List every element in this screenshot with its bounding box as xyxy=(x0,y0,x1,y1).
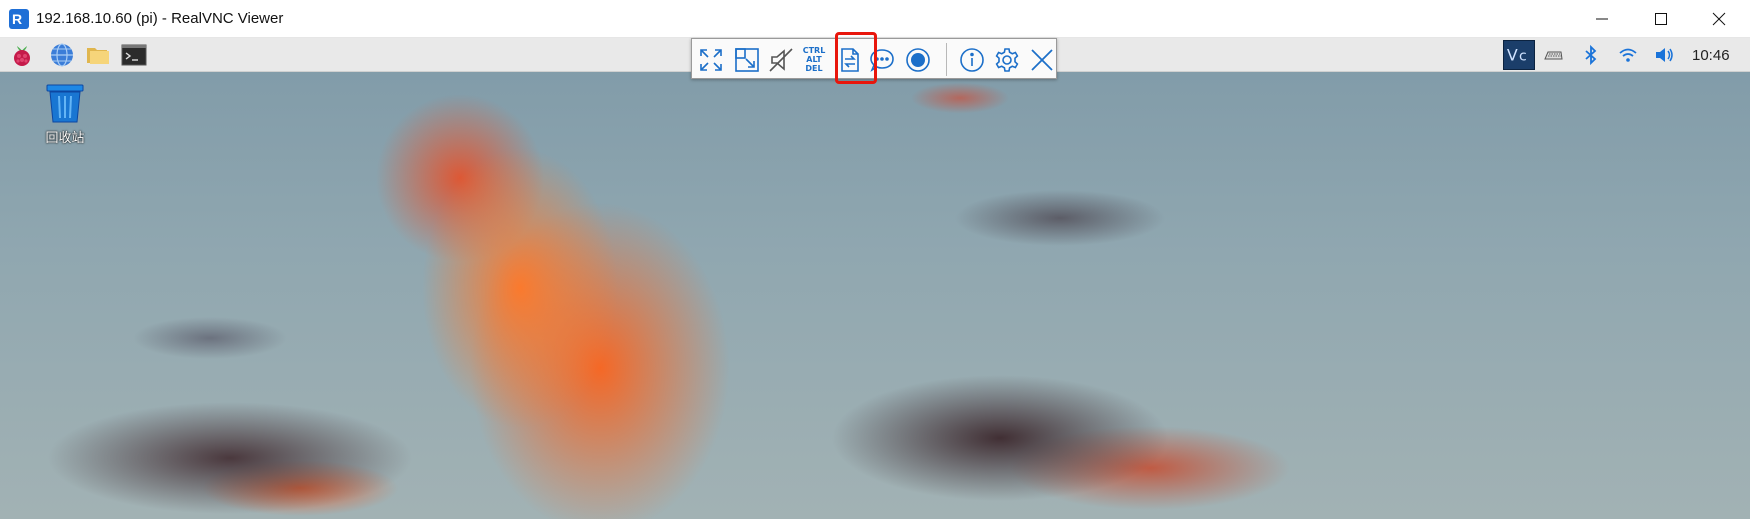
close-icon xyxy=(1712,12,1726,26)
info-icon xyxy=(960,47,984,72)
settings-icon xyxy=(995,47,1019,72)
volume-icon xyxy=(1656,48,1673,62)
keyboard-tray[interactable] xyxy=(1540,43,1566,67)
ctrl-alt-del-button[interactable]: CTRL ALT DEL xyxy=(798,44,830,75)
settings-button[interactable] xyxy=(991,44,1023,75)
cad-line-del: DEL xyxy=(805,64,823,73)
fullscreen-icon xyxy=(700,48,722,71)
realvnc-app-icon: R xyxy=(9,9,29,29)
wifi-tray[interactable] xyxy=(1615,43,1641,67)
scale-button[interactable] xyxy=(731,44,763,75)
svg-text:V: V xyxy=(1507,46,1518,65)
window-close-button[interactable] xyxy=(1690,0,1748,38)
maximize-button[interactable] xyxy=(1632,0,1690,38)
minimize-button[interactable] xyxy=(1573,0,1631,38)
browser-launcher[interactable] xyxy=(48,41,76,69)
remote-desktop[interactable]: V c 10:46 回收站 xyxy=(0,38,1750,519)
wifi-icon xyxy=(1619,48,1637,62)
cad-line-alt: ALT xyxy=(806,55,822,64)
terminal-launcher[interactable] xyxy=(120,41,148,69)
keyboard-icon xyxy=(1544,51,1563,60)
recycle-bin-icon xyxy=(46,84,84,123)
bluetooth-tray[interactable] xyxy=(1578,43,1604,67)
minimize-icon xyxy=(1596,18,1608,20)
clock[interactable]: 10:46 xyxy=(1692,47,1730,64)
raspberry-menu-button[interactable] xyxy=(8,41,36,69)
vnc-server-icon: V c xyxy=(1507,46,1527,65)
mute-icon xyxy=(769,47,793,72)
ctrl-alt-del-icon: CTRL ALT DEL xyxy=(803,46,826,73)
record-icon xyxy=(906,47,930,72)
record-button[interactable] xyxy=(902,44,934,75)
vnc-server-tray[interactable]: V c xyxy=(1503,40,1535,70)
scale-icon xyxy=(735,47,759,72)
file-manager-icon xyxy=(87,48,109,64)
svg-text:R: R xyxy=(12,11,22,27)
info-button[interactable] xyxy=(956,44,988,75)
close-connection-button[interactable] xyxy=(1026,44,1058,75)
bluetooth-icon xyxy=(1585,44,1597,66)
maximize-icon xyxy=(1655,13,1667,25)
fullscreen-button[interactable] xyxy=(695,44,727,75)
volume-tray[interactable] xyxy=(1651,43,1677,67)
svg-text:c: c xyxy=(1519,49,1527,65)
file-transfer-highlight xyxy=(835,32,877,84)
file-manager-launcher[interactable] xyxy=(84,41,112,69)
close-icon xyxy=(1031,48,1053,71)
recycle-bin-label: 回收站 xyxy=(45,131,85,146)
raspberry-menu-icon xyxy=(14,46,30,66)
toolbar-separator xyxy=(946,43,947,76)
window-title: 192.168.10.60 (pi) - RealVNC Viewer xyxy=(36,10,284,27)
browser-globe-icon xyxy=(51,43,73,67)
recycle-bin[interactable]: 回收站 xyxy=(34,82,96,152)
cad-line-ctrl: CTRL xyxy=(802,46,826,55)
mute-button[interactable] xyxy=(765,44,797,75)
terminal-icon xyxy=(121,44,147,66)
